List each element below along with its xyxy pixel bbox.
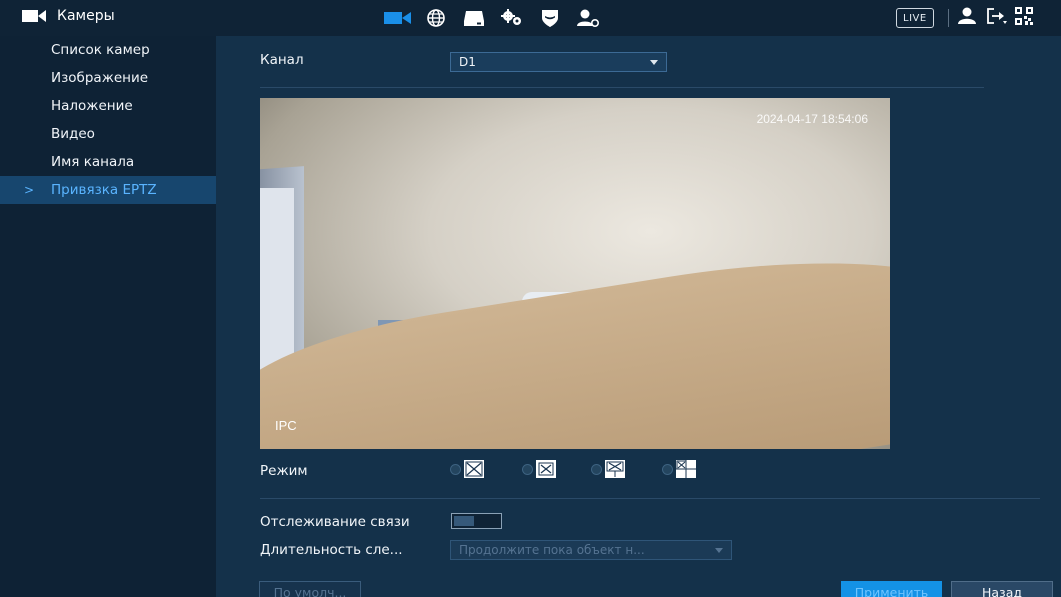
top-bar: Камеры LIVE — [0, 0, 1061, 36]
sidebar-item-label: Имя канала — [51, 154, 135, 170]
back-button[interactable]: Назад — [951, 581, 1053, 597]
mode-4-radio[interactable] — [662, 463, 673, 475]
duration-label: Длительность сле... — [260, 542, 403, 558]
divider — [260, 87, 984, 88]
sidebar-item-video[interactable]: Видео — [0, 120, 216, 148]
mode-2-radio[interactable] — [522, 463, 533, 475]
nav-storage-icon[interactable] — [456, 6, 492, 30]
mode-option-1[interactable] — [450, 460, 484, 478]
preview-timestamp: 2024-04-17 18:54:06 — [756, 112, 868, 126]
duration-select[interactable]: Продолжите пока объект н... — [450, 540, 732, 560]
mode-3-icon — [605, 460, 625, 478]
duration-select-value: Продолжите пока объект н... — [459, 543, 645, 557]
sidebar: Список камер Изображение Наложение Видео… — [0, 36, 216, 597]
qr-code-icon[interactable] — [1014, 7, 1033, 29]
mode-1-icon — [464, 460, 484, 478]
sidebar-item-label: Привязка EPTZ — [51, 182, 157, 198]
page-title: Камеры — [57, 8, 115, 24]
channel-select-value: D1 — [459, 55, 476, 69]
tracking-toggle[interactable] — [451, 513, 502, 529]
user-icon[interactable] — [957, 7, 977, 29]
nav-account-icon[interactable] — [570, 6, 606, 30]
sidebar-item-label: Список камер — [51, 42, 150, 58]
camera-icon — [22, 9, 48, 23]
sidebar-item-label: Изображение — [51, 70, 149, 86]
header-right-tools: LIVE — [896, 7, 1033, 29]
nav-security-shield-icon[interactable] — [532, 6, 568, 30]
preview-door-panel — [260, 188, 294, 378]
preview-channel-name: IPC — [275, 418, 297, 433]
mode-1-radio[interactable] — [450, 463, 461, 475]
mode-option-3[interactable] — [591, 460, 625, 478]
nav-camera-icon[interactable] — [380, 6, 416, 30]
divider — [260, 498, 1040, 499]
nav-system-gears-icon[interactable] — [494, 6, 530, 30]
toggle-knob — [454, 516, 474, 526]
mode-option-2[interactable] — [522, 460, 556, 478]
mode-4-icon — [676, 460, 696, 478]
sidebar-item-camera-list[interactable]: Список камер — [0, 36, 216, 64]
header-title-group: Камеры — [22, 8, 115, 24]
channel-select[interactable]: D1 — [450, 52, 667, 72]
sidebar-item-eptz-binding[interactable]: > Привязка EPTZ — [0, 176, 216, 204]
chevron-down-icon — [650, 60, 658, 65]
apply-button[interactable]: Применить — [841, 581, 942, 597]
main-panel: Канал D1 2024-04-17 18:54:06 IPC Режим О… — [216, 36, 1061, 597]
sidebar-item-label: Видео — [51, 126, 95, 142]
nav-network-globe-icon[interactable] — [418, 6, 454, 30]
chevron-down-icon — [715, 548, 723, 553]
sidebar-item-channel-name[interactable]: Имя канала — [0, 148, 216, 176]
logout-icon[interactable] — [985, 7, 1007, 29]
sidebar-item-label: Наложение — [51, 98, 133, 114]
tracking-label: Отслеживание связи — [260, 514, 410, 530]
sidebar-item-overlay[interactable]: Наложение — [0, 92, 216, 120]
mode-option-4[interactable] — [662, 460, 696, 478]
default-button[interactable]: По умолч... — [259, 581, 361, 597]
sidebar-item-image[interactable]: Изображение — [0, 64, 216, 92]
video-preview[interactable]: 2024-04-17 18:54:06 IPC — [260, 98, 890, 449]
main-nav — [380, 6, 608, 30]
channel-label: Канал — [260, 52, 304, 68]
mode-2-icon — [536, 460, 556, 478]
chevron-right-icon: > — [24, 183, 35, 197]
live-button[interactable]: LIVE — [896, 8, 934, 28]
divider — [947, 9, 949, 27]
mode-3-radio[interactable] — [591, 463, 602, 475]
mode-label: Режим — [260, 463, 308, 479]
